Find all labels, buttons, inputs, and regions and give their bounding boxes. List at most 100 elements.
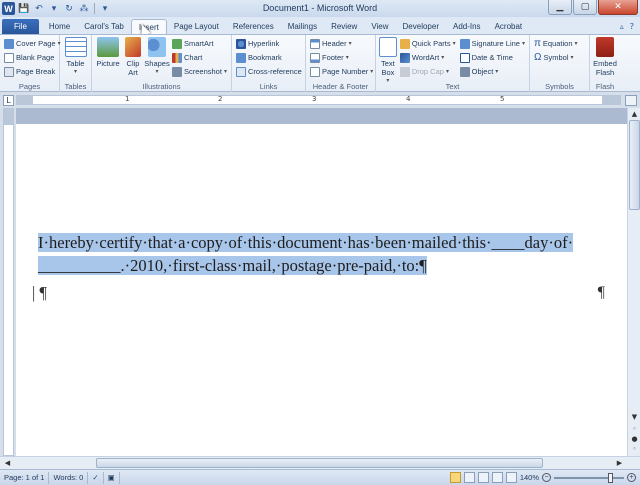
- smartart-button[interactable]: SmartArt: [170, 37, 229, 50]
- blank-page-button[interactable]: Blank Page: [2, 51, 63, 64]
- page-number-icon: [310, 66, 320, 77]
- object-label: Object: [471, 67, 494, 76]
- print-layout-view-button[interactable]: [449, 472, 461, 483]
- bookmark-button[interactable]: Bookmark: [234, 51, 304, 64]
- tab-mailings[interactable]: Mailings: [281, 19, 324, 34]
- vertical-scroll-thumb[interactable]: [629, 120, 640, 210]
- zoom-out-button[interactable]: −: [542, 473, 551, 482]
- tab-page-layout[interactable]: Page Layout: [167, 19, 226, 34]
- redo-icon[interactable]: ↻: [63, 3, 75, 15]
- clip-art-icon: [125, 37, 141, 57]
- draft-view-button[interactable]: [505, 472, 517, 483]
- ruler-row: L 1 2 3 4 5: [0, 92, 640, 108]
- quick-parts-button[interactable]: Quick Parts ▾: [398, 37, 458, 50]
- page-count[interactable]: Page: 1 of 1: [0, 471, 50, 484]
- word-count[interactable]: Words: 0: [49, 471, 89, 484]
- view-ruler-button[interactable]: [625, 95, 637, 106]
- zoom-level[interactable]: 140%: [520, 473, 539, 482]
- text-box-label: Text Box: [381, 59, 395, 77]
- document-line[interactable]: __________.·2010,·first-class·mail,·post…: [38, 256, 427, 276]
- footer-button[interactable]: Footer ▾: [308, 51, 375, 64]
- document-page[interactable]: I·hereby·certify·that·a·copy·of·this·doc…: [16, 124, 627, 456]
- ruler-left-margin: [17, 96, 33, 104]
- dropdown-icon: ▾: [452, 41, 456, 47]
- zoom-slider-knob[interactable]: [608, 472, 613, 483]
- vertical-ruler[interactable]: [3, 108, 14, 456]
- symbol-button[interactable]: Ω Symbol ▾: [532, 51, 580, 64]
- customize-qat-icon[interactable]: ▾: [99, 3, 111, 15]
- text-cursor-line[interactable]: | ¶: [32, 283, 47, 303]
- tab-references[interactable]: References: [226, 19, 281, 34]
- group-pages: Cover Page ▾ Blank Page Page Break Pages: [0, 35, 63, 92]
- status-bar: Page: 1 of 1 Words: 0 ✓ ▣ 140% − +: [0, 469, 640, 485]
- page-number-label: Page Number: [322, 67, 369, 76]
- equation-button[interactable]: π Equation ▾: [532, 37, 580, 50]
- selected-text[interactable]: I·hereby·certify·that·a·copy·of·this·doc…: [38, 233, 574, 252]
- tab-acrobat[interactable]: Acrobat: [488, 19, 530, 34]
- header-button[interactable]: Header ▾: [308, 37, 375, 50]
- minimize-button[interactable]: ▁: [548, 0, 572, 15]
- scroll-right-button[interactable]: ▶: [614, 458, 625, 468]
- screenshot-button[interactable]: Screenshot ▾: [170, 65, 229, 78]
- document-line[interactable]: I·hereby·certify·that·a·copy·of·this·doc…: [38, 233, 574, 253]
- horizontal-scrollbar[interactable]: ◀ ▶: [0, 456, 640, 469]
- page-break-label: Page Break: [16, 67, 56, 76]
- cross-reference-label: Cross-reference: [248, 67, 302, 76]
- zoom-slider[interactable]: [554, 472, 624, 483]
- scroll-down-button[interactable]: ▼: [629, 412, 640, 422]
- zoom-in-button[interactable]: +: [627, 473, 636, 482]
- tab-carols[interactable]: Carol's Tab: [77, 19, 131, 34]
- scroll-left-button[interactable]: ◀: [2, 458, 13, 468]
- full-screen-reading-view-button[interactable]: [463, 472, 475, 483]
- next-page-button[interactable]: ◦: [629, 444, 640, 454]
- format-painter-icon[interactable]: ⁂: [78, 3, 90, 15]
- macro-record-icon[interactable]: ▣: [104, 471, 120, 484]
- wordart-button[interactable]: WordArt ▾: [398, 51, 458, 64]
- tab-file[interactable]: File: [2, 19, 39, 34]
- chart-button[interactable]: Chart: [170, 51, 229, 64]
- group-label-tables: Tables: [64, 82, 87, 91]
- cross-reference-button[interactable]: Cross-reference: [234, 65, 304, 78]
- save-icon[interactable]: 💾: [18, 3, 30, 15]
- tab-view[interactable]: View: [364, 19, 395, 34]
- close-button[interactable]: ✕: [598, 0, 638, 15]
- undo-icon[interactable]: ↶: [33, 3, 45, 15]
- tab-review[interactable]: Review: [324, 19, 364, 34]
- select-browse-object-button[interactable]: ●: [629, 434, 640, 444]
- tab-selector[interactable]: L: [3, 95, 14, 106]
- qat-separator: [94, 3, 95, 14]
- help-icon[interactable]: ?: [630, 22, 634, 31]
- maximize-button[interactable]: ▢: [573, 0, 597, 15]
- horizontal-scroll-thumb[interactable]: [96, 458, 543, 468]
- tab-home[interactable]: Home: [42, 19, 77, 34]
- minimize-ribbon-icon[interactable]: ▵: [620, 22, 624, 31]
- hyperlink-label: Hyperlink: [248, 39, 280, 48]
- group-symbols: π Equation ▾ Ω Symbol ▾ Symbols: [530, 35, 590, 92]
- tab-addins[interactable]: Add-Ins: [446, 19, 488, 34]
- previous-page-button[interactable]: ◦: [629, 424, 640, 434]
- page-number-button[interactable]: Page Number ▾: [308, 65, 375, 78]
- vertical-ruler-margin: [4, 109, 13, 125]
- symbol-label: Symbol: [543, 53, 569, 62]
- word-app-icon[interactable]: W: [2, 2, 15, 15]
- tab-developer[interactable]: Developer: [396, 19, 446, 34]
- vertical-scrollbar[interactable]: ▲ ▼ ◦ ● ◦: [627, 108, 640, 456]
- undo-dropdown-icon[interactable]: ▾: [48, 3, 60, 15]
- title-bar: W 💾 ↶ ▾ ↻ ⁂ ▾ Document1 - Microsoft Word…: [0, 0, 640, 17]
- cover-page-button[interactable]: Cover Page ▾: [2, 37, 63, 50]
- page-break-button[interactable]: Page Break: [2, 65, 63, 78]
- drop-cap-button[interactable]: Drop Cap ▾: [398, 65, 458, 78]
- selected-text[interactable]: __________.·2010,·first-class·mail,·post…: [38, 256, 427, 275]
- hyperlink-button[interactable]: Hyperlink: [234, 37, 304, 50]
- header-icon: [310, 38, 320, 49]
- scroll-up-button[interactable]: ▲: [629, 109, 640, 119]
- object-button[interactable]: Object ▾: [458, 65, 527, 78]
- horizontal-ruler[interactable]: 1 2 3 4 5: [16, 95, 621, 105]
- smartart-label: SmartArt: [184, 39, 214, 48]
- proofing-icon[interactable]: ✓: [88, 471, 104, 484]
- signature-line-button[interactable]: Signature Line ▾: [458, 37, 527, 50]
- outline-view-button[interactable]: [491, 472, 503, 483]
- date-time-button[interactable]: Date & Time: [458, 51, 527, 64]
- ribbon-tabs: File Home Carol's Tab Insert Page Layout…: [0, 17, 640, 34]
- web-layout-view-button[interactable]: [477, 472, 489, 483]
